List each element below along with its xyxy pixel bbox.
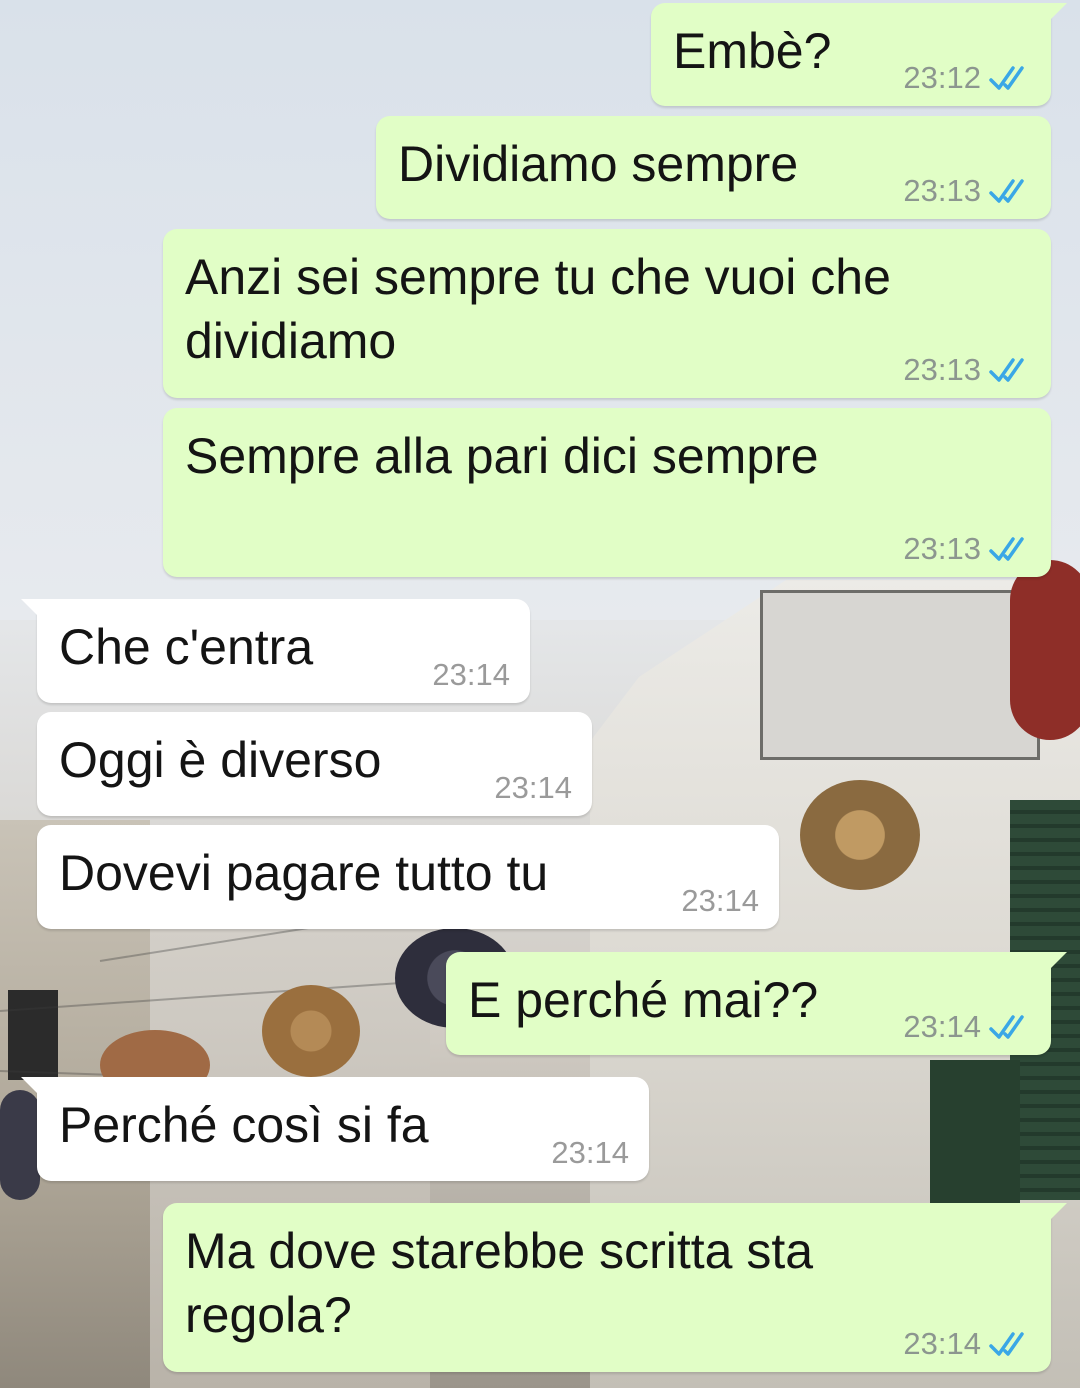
message-text: Dividiamo sempre — [398, 136, 799, 192]
message-time: 23:14 — [681, 883, 759, 918]
message-time: 23:13 — [903, 173, 981, 208]
message-time: 23:12 — [903, 60, 981, 95]
read-ticks-icon — [989, 537, 1024, 561]
message-text: Che c'entra — [59, 619, 314, 675]
read-ticks-icon — [989, 66, 1024, 90]
message-bubble-outgoing[interactable]: Sempre alla pari dici sempre 23:13 — [163, 408, 1051, 577]
message-meta: 23:14 — [494, 770, 572, 806]
message-text: Sempre alla pari dici sempre — [185, 428, 819, 484]
read-ticks-icon — [989, 358, 1024, 382]
message-meta: 23:12 — [903, 60, 1031, 96]
message-meta: 23:13 — [903, 352, 1031, 388]
message-bubble-outgoing[interactable]: E perché mai?? 23:14 — [446, 952, 1067, 1055]
message-time: 23:14 — [551, 1135, 629, 1170]
message-time: 23:14 — [494, 770, 572, 805]
message-bubble-outgoing[interactable]: Dividiamo sempre 23:13 — [376, 116, 1051, 219]
message-text: Perché così si fa — [59, 1097, 429, 1153]
message-bubble-outgoing[interactable]: Embè? 23:12 — [651, 3, 1067, 106]
message-time: 23:13 — [903, 531, 981, 566]
message-meta: 23:14 — [551, 1135, 629, 1171]
message-meta: 23:13 — [903, 173, 1031, 209]
message-bubble-incoming[interactable]: Perché così si fa 23:14 — [21, 1077, 649, 1181]
message-bubble-incoming[interactable]: Oggi è diverso 23:14 — [37, 712, 592, 816]
message-time: 23:13 — [903, 352, 981, 387]
read-ticks-icon — [989, 1332, 1024, 1356]
message-bubble-incoming[interactable]: Dovevi pagare tutto tu 23:14 — [37, 825, 779, 929]
message-meta: 23:14 — [903, 1326, 1031, 1362]
message-time: 23:14 — [903, 1326, 981, 1361]
message-bubble-outgoing[interactable]: Anzi sei sempre tu che vuoi che dividiam… — [163, 229, 1051, 398]
message-bubble-incoming[interactable]: Che c'entra 23:14 — [21, 599, 530, 703]
message-meta: 23:14 — [432, 657, 510, 693]
message-meta: 23:13 — [903, 531, 1031, 567]
message-text: E perché mai?? — [468, 972, 819, 1028]
message-text: Embè? — [673, 23, 832, 79]
message-bubble-outgoing[interactable]: Ma dove starebbe scritta sta regola? 23:… — [163, 1203, 1067, 1372]
message-time: 23:14 — [903, 1009, 981, 1044]
message-meta: 23:14 — [903, 1009, 1031, 1045]
message-meta: 23:14 — [681, 883, 759, 919]
message-text: Ma dove starebbe scritta sta regola? — [185, 1223, 827, 1343]
message-time: 23:14 — [432, 657, 510, 692]
message-text: Oggi è diverso — [59, 732, 382, 788]
read-ticks-icon — [989, 179, 1024, 203]
read-ticks-icon — [989, 1015, 1024, 1039]
message-text: Dovevi pagare tutto tu — [59, 845, 549, 901]
message-text: Anzi sei sempre tu che vuoi che dividiam… — [185, 249, 905, 369]
message-list[interactable]: Embè? 23:12 Dividiamo sempre 23:13 Anzi … — [0, 0, 1080, 1388]
